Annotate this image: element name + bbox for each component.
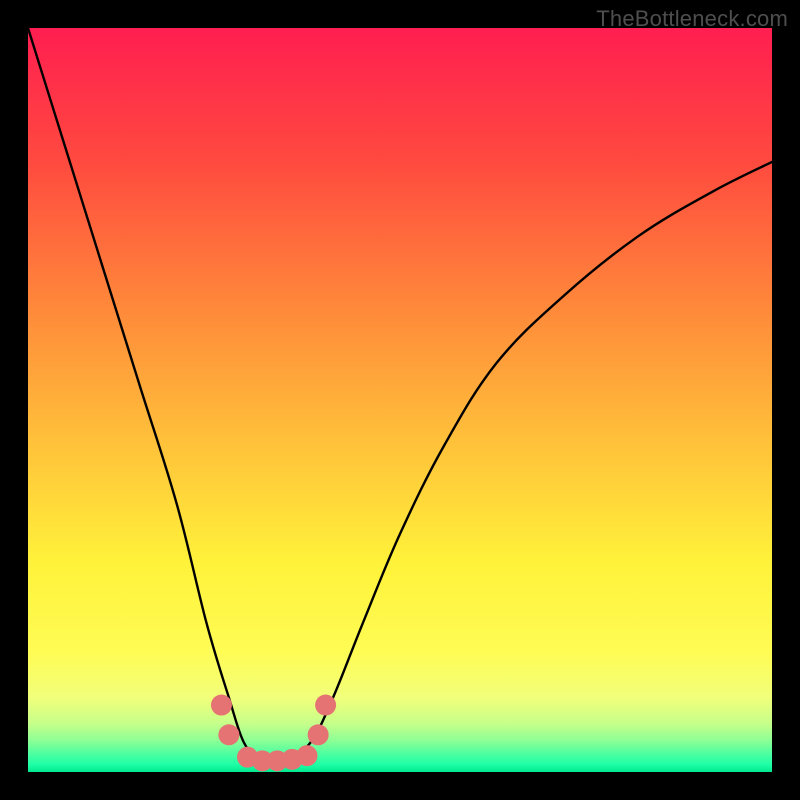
right-lower-dot — [308, 724, 329, 745]
chart-frame: TheBottleneck.com — [0, 0, 800, 800]
left-upper-dot — [211, 695, 232, 716]
bottleneck-curve — [28, 28, 772, 761]
plot-area — [28, 28, 772, 772]
curve-layer — [28, 28, 772, 772]
right-upper-dot — [315, 695, 336, 716]
curve-markers — [211, 695, 336, 772]
bottom-dot-5 — [297, 745, 318, 766]
left-lower-dot — [218, 724, 239, 745]
watermark-text: TheBottleneck.com — [596, 6, 788, 32]
